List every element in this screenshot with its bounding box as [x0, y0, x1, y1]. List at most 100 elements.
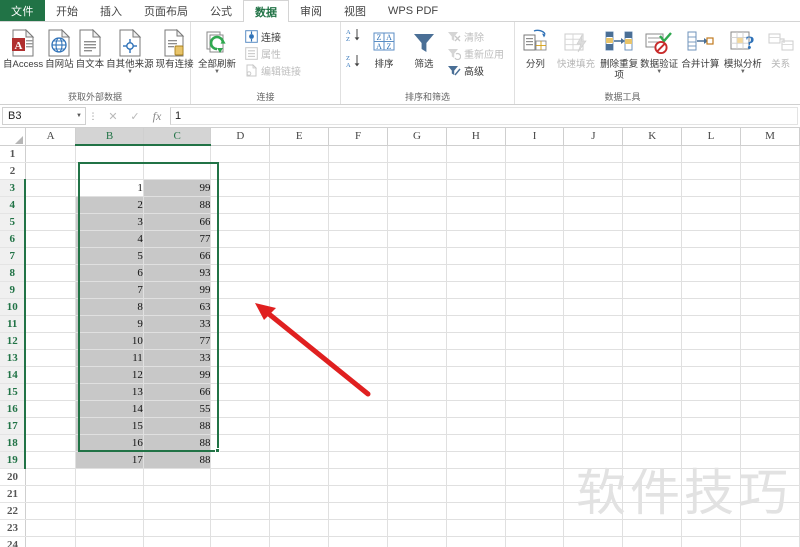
cell-D9[interactable] — [210, 281, 271, 299]
cell-D20[interactable] — [210, 468, 271, 486]
column-header-E[interactable]: E — [269, 128, 330, 146]
cell-F21[interactable] — [328, 485, 388, 503]
cell-K4[interactable] — [622, 196, 683, 214]
cell-B7[interactable]: 5 — [75, 247, 144, 265]
cell-J6[interactable] — [563, 230, 624, 248]
cell-G15[interactable] — [387, 383, 447, 401]
cell-J22[interactable] — [563, 502, 624, 520]
cell-F2[interactable] — [328, 162, 388, 180]
cell-A17[interactable] — [25, 417, 77, 435]
cell-G11[interactable] — [387, 315, 447, 333]
cell-A5[interactable] — [25, 213, 77, 231]
column-header-B[interactable]: B — [75, 128, 144, 146]
cell-A2[interactable] — [25, 162, 77, 180]
cell-A19[interactable] — [25, 451, 77, 469]
what-if-analysis-button[interactable]: ? 模拟分析 ▼ — [723, 26, 764, 75]
cell-C12[interactable]: 77 — [143, 332, 212, 350]
cell-C11[interactable]: 33 — [143, 315, 212, 333]
cell-F12[interactable] — [328, 332, 388, 350]
cell-M7[interactable] — [740, 247, 800, 265]
cell-K2[interactable] — [622, 162, 683, 180]
cell-I2[interactable] — [505, 162, 565, 180]
cell-J21[interactable] — [563, 485, 624, 503]
cell-L11[interactable] — [681, 315, 741, 333]
cell-C1[interactable] — [143, 145, 212, 163]
cell-F17[interactable] — [328, 417, 388, 435]
cell-L22[interactable] — [681, 502, 741, 520]
chevron-down-icon[interactable]: ▼ — [656, 69, 662, 75]
column-header-J[interactable]: J — [563, 128, 624, 146]
cell-G7[interactable] — [387, 247, 447, 265]
cell-M9[interactable] — [740, 281, 800, 299]
cell-A24[interactable] — [25, 536, 77, 547]
cell-J13[interactable] — [563, 349, 624, 367]
row-header-23[interactable]: 23 — [0, 519, 26, 537]
name-box[interactable]: B3 ▼ — [2, 107, 86, 125]
cell-A3[interactable] — [25, 179, 77, 197]
cell-L15[interactable] — [681, 383, 741, 401]
cell-B17[interactable]: 15 — [75, 417, 144, 435]
cell-M10[interactable] — [740, 298, 800, 316]
row-header-12[interactable]: 12 — [0, 332, 27, 350]
tab-formulas[interactable]: 公式 — [199, 0, 243, 21]
cell-G2[interactable] — [387, 162, 447, 180]
cell-L17[interactable] — [681, 417, 741, 435]
cell-G10[interactable] — [387, 298, 447, 316]
cell-K22[interactable] — [622, 502, 683, 520]
cell-G8[interactable] — [387, 264, 447, 282]
cell-I7[interactable] — [505, 247, 565, 265]
cell-D16[interactable] — [210, 400, 271, 418]
cell-L4[interactable] — [681, 196, 741, 214]
cell-F7[interactable] — [328, 247, 388, 265]
cell-K24[interactable] — [622, 536, 683, 547]
cell-E22[interactable] — [269, 502, 330, 520]
cell-L16[interactable] — [681, 400, 741, 418]
cell-C15[interactable]: 66 — [143, 383, 212, 401]
cell-E17[interactable] — [269, 417, 330, 435]
row-header-1[interactable]: 1 — [0, 145, 26, 163]
cell-K23[interactable] — [622, 519, 683, 537]
cell-K13[interactable] — [622, 349, 683, 367]
cell-H7[interactable] — [446, 247, 506, 265]
cell-J18[interactable] — [563, 434, 624, 452]
cell-D2[interactable] — [210, 162, 271, 180]
cell-D19[interactable] — [210, 451, 271, 469]
cell-M6[interactable] — [740, 230, 800, 248]
from-web-button[interactable]: 自网站 — [44, 26, 75, 70]
cell-I13[interactable] — [505, 349, 565, 367]
from-text-button[interactable]: 自文本 — [75, 26, 106, 70]
formula-input[interactable]: 1 — [170, 107, 798, 125]
cell-E21[interactable] — [269, 485, 330, 503]
cell-K1[interactable] — [622, 145, 683, 163]
cell-J8[interactable] — [563, 264, 624, 282]
column-header-M[interactable]: M — [740, 128, 800, 146]
cell-D1[interactable] — [210, 145, 271, 163]
row-header-2[interactable]: 2 — [0, 162, 26, 180]
cell-M19[interactable] — [740, 451, 800, 469]
cell-E11[interactable] — [269, 315, 330, 333]
row-header-24[interactable]: 24 — [0, 536, 26, 547]
cell-L19[interactable] — [681, 451, 741, 469]
cell-G14[interactable] — [387, 366, 447, 384]
cell-A22[interactable] — [25, 502, 77, 520]
cell-E8[interactable] — [269, 264, 330, 282]
cell-M14[interactable] — [740, 366, 800, 384]
cell-B3[interactable]: 1 — [75, 179, 144, 197]
cell-C17[interactable]: 88 — [143, 417, 212, 435]
advanced-filter-button[interactable]: 高级 — [447, 62, 504, 78]
cell-L5[interactable] — [681, 213, 741, 231]
tab-insert[interactable]: 插入 — [89, 0, 133, 21]
cell-C3[interactable]: 99 — [143, 179, 212, 197]
cell-H4[interactable] — [446, 196, 506, 214]
cell-B2[interactable] — [75, 162, 144, 180]
cell-E16[interactable] — [269, 400, 330, 418]
cell-G9[interactable] — [387, 281, 447, 299]
cell-I10[interactable] — [505, 298, 565, 316]
cell-J2[interactable] — [563, 162, 624, 180]
cell-B9[interactable]: 7 — [75, 281, 144, 299]
cell-D12[interactable] — [210, 332, 271, 350]
cell-I3[interactable] — [505, 179, 565, 197]
cell-B18[interactable]: 16 — [75, 434, 144, 452]
cell-I16[interactable] — [505, 400, 565, 418]
cell-F23[interactable] — [328, 519, 388, 537]
